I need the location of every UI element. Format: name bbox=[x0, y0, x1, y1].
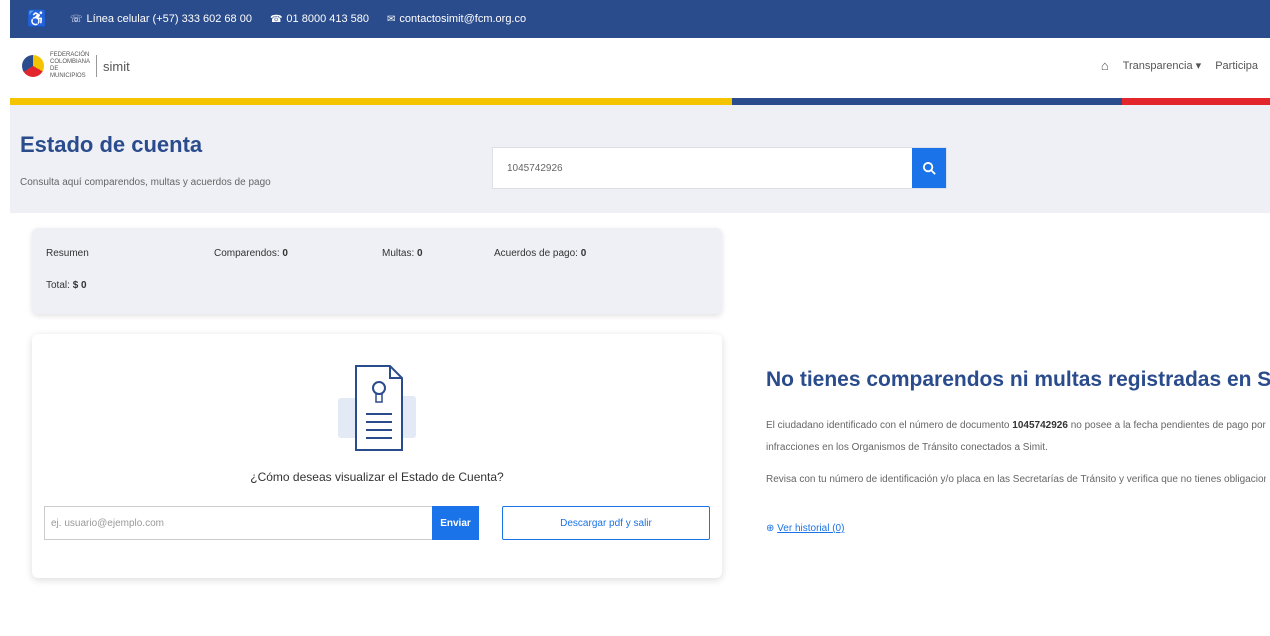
nav-participa[interactable]: Participa bbox=[1215, 60, 1258, 72]
page-header: Estado de cuenta Consulta aquí comparend… bbox=[10, 105, 1270, 213]
summary-comparendos: Comparendos: 0 bbox=[214, 248, 288, 259]
statement-card: ¿Cómo deseas visualizar el Estado de Cue… bbox=[32, 334, 722, 578]
summary-resumen: Resumen bbox=[46, 248, 89, 259]
logo-divider bbox=[96, 55, 97, 77]
phone-icon: ☎ bbox=[269, 13, 283, 25]
acuerdos-label: Acuerdos de pago: bbox=[494, 248, 578, 259]
history-link-label: Ver historial (0) bbox=[777, 523, 845, 534]
summary-acuerdos: Acuerdos de pago: 0 bbox=[494, 248, 586, 259]
nav-transparencia[interactable]: Transparencia ▾ bbox=[1123, 59, 1202, 72]
landline-info[interactable]: ☎ 01 8000 413 580 bbox=[270, 13, 369, 25]
logo-app-name: simit bbox=[103, 58, 130, 74]
document-illustration-icon bbox=[338, 365, 416, 451]
page-subtitle: Consulta aquí comparendos, multas y acue… bbox=[20, 177, 271, 188]
acuerdos-value: 0 bbox=[580, 248, 587, 259]
result-advice: Revisa con tu número de identificación y… bbox=[766, 474, 1266, 485]
history-link[interactable]: ⊕ Ver historial (0) bbox=[766, 523, 844, 534]
stripe-red bbox=[1122, 98, 1270, 105]
email-info[interactable]: ✉ contactosimit@fcm.org.co bbox=[387, 13, 526, 25]
home-icon[interactable]: ⌂ bbox=[1101, 58, 1109, 73]
view-question: ¿Cómo deseas visualizar el Estado de Cue… bbox=[250, 470, 504, 484]
result-description: El ciudadano identificado con el número … bbox=[766, 415, 1266, 459]
search-button[interactable] bbox=[912, 148, 946, 188]
stripe-blue bbox=[732, 98, 1122, 105]
site-header: FEDERACIÓN COLOMBIANA DE MUNICIPIOS simi… bbox=[10, 38, 1270, 98]
caret-down-icon: ▾ bbox=[1195, 60, 1202, 72]
summary-card: Resumen Comparendos: 0 Multas: 0 Acuerdo… bbox=[32, 228, 722, 314]
total-label: Total: bbox=[46, 280, 70, 291]
comparendos-value: 0 bbox=[282, 248, 288, 259]
summary-total: Total: $ 0 bbox=[46, 280, 87, 291]
total-value: $ 0 bbox=[72, 280, 87, 291]
stripe-yellow bbox=[10, 98, 732, 105]
email-field[interactable]: ej. usuario@ejemplo.com bbox=[44, 506, 434, 540]
summary-multas: Multas: 0 bbox=[382, 248, 423, 259]
site-logo[interactable]: FEDERACIÓN COLOMBIANA DE MUNICIPIOS simi… bbox=[22, 52, 130, 80]
result-text-before: El ciudadano identificado con el número … bbox=[766, 420, 1010, 431]
search-input[interactable] bbox=[493, 148, 912, 188]
result-title: No tienes comparendos ni multas registra… bbox=[766, 368, 1270, 391]
download-pdf-button[interactable]: Descargar pdf y salir bbox=[502, 506, 710, 540]
search-icon bbox=[922, 161, 936, 175]
multas-value: 0 bbox=[417, 248, 423, 259]
nav-transparencia-label: Transparencia bbox=[1122, 60, 1193, 72]
top-info-bar: ♿ ☏ Línea celular (+57) 333 602 68 00 ☎ … bbox=[10, 0, 1270, 38]
main-nav: ⌂ Transparencia ▾ Participa bbox=[1101, 58, 1258, 73]
search-bar bbox=[492, 147, 947, 189]
flag-stripe bbox=[10, 98, 1270, 105]
document-number: 1045742926 bbox=[1012, 420, 1068, 431]
mail-icon: ✉ bbox=[387, 13, 396, 25]
page-title: Estado de cuenta bbox=[20, 132, 203, 157]
mobile-phone-label: Línea celular (+57) 333 602 68 00 bbox=[86, 13, 252, 25]
email-label: contactosimit@fcm.org.co bbox=[399, 13, 527, 25]
comparendos-label: Comparendos: bbox=[214, 248, 280, 259]
fcm-logo-mark bbox=[22, 55, 44, 77]
send-button[interactable]: Enviar bbox=[432, 506, 479, 540]
mobile-phone-info[interactable]: ☏ Línea celular (+57) 333 602 68 00 bbox=[70, 13, 252, 25]
plus-circle-icon: ⊕ bbox=[766, 523, 775, 534]
accessibility-icon[interactable]: ♿ bbox=[22, 0, 52, 38]
mobile-phone-icon: ☏ bbox=[70, 13, 83, 25]
multas-label: Multas: bbox=[382, 248, 415, 259]
landline-label: 01 8000 413 580 bbox=[286, 13, 370, 25]
logo-text: FEDERACIÓN COLOMBIANA DE MUNICIPIOS bbox=[50, 52, 90, 79]
